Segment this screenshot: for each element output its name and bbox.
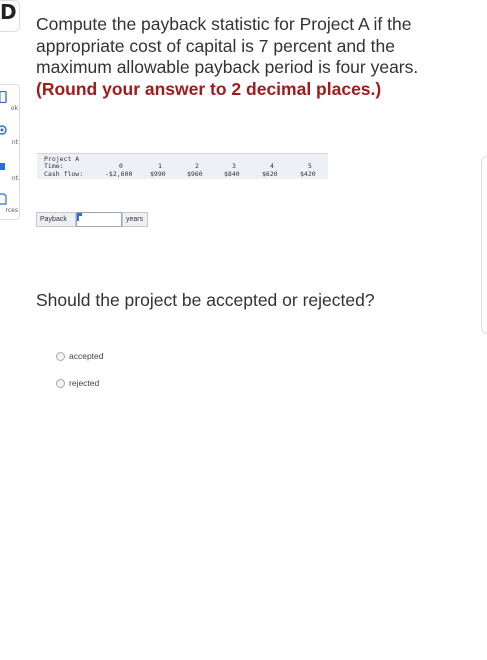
cashflow-1: $990 xyxy=(150,170,166,178)
tool-print-label: nt xyxy=(11,175,18,182)
flag-icon xyxy=(77,213,82,221)
payback-label: Payback xyxy=(36,212,76,227)
cashflow-4: $620 xyxy=(262,170,278,178)
time-3: 3 xyxy=(232,162,236,170)
cashflow-label: Cash flow: xyxy=(44,170,84,178)
print-icon xyxy=(0,163,5,170)
references-icon xyxy=(0,193,7,205)
time-label: Time: xyxy=(44,162,64,170)
radio-accepted[interactable] xyxy=(56,352,65,361)
time-4: 4 xyxy=(270,162,274,170)
question-body: Compute the payback statistic for Projec… xyxy=(36,14,419,77)
time-0: 0 xyxy=(119,162,123,170)
cashflow-3: $840 xyxy=(224,170,240,178)
option-rejected-label: rejected xyxy=(69,378,100,388)
tool-hint[interactable]: nt xyxy=(0,125,20,153)
tool-ebook[interactable]: ok xyxy=(0,91,20,119)
tool-print[interactable]: nt xyxy=(0,161,20,189)
payback-input[interactable] xyxy=(76,212,122,227)
cashflow-2: $960 xyxy=(187,170,203,178)
cashflow-0: -$2,600 xyxy=(105,170,133,178)
payback-unit: years xyxy=(122,212,148,227)
cashflow-5: $420 xyxy=(300,170,316,178)
rounding-instruction: (Round your answer to 2 decimal places.) xyxy=(36,78,382,99)
time-1: 1 xyxy=(158,162,162,170)
tool-references[interactable]: rces xyxy=(0,193,20,221)
radio-rejected[interactable] xyxy=(56,379,65,388)
time-2: 2 xyxy=(195,162,199,170)
option-accepted-label: accepted xyxy=(69,351,104,361)
side-panel xyxy=(481,156,487,334)
hint-icon xyxy=(0,125,7,135)
tool-hint-label: nt xyxy=(11,139,18,146)
accept-reject-question: Should the project be accepted or reject… xyxy=(36,290,375,310)
tool-panel: ok nt nt rces xyxy=(0,84,20,220)
book-icon xyxy=(0,91,7,103)
badge-label: D xyxy=(0,0,17,24)
question-badge: D xyxy=(0,0,20,32)
question-text: Compute the payback statistic for Projec… xyxy=(36,14,456,100)
tool-references-label: rces xyxy=(5,207,18,214)
tool-ebook-label: ok xyxy=(10,105,18,112)
time-5: 5 xyxy=(308,162,312,170)
project-cashflow-table: Project A Time: Cash flow: 0 1 2 3 4 5 -… xyxy=(37,153,328,179)
